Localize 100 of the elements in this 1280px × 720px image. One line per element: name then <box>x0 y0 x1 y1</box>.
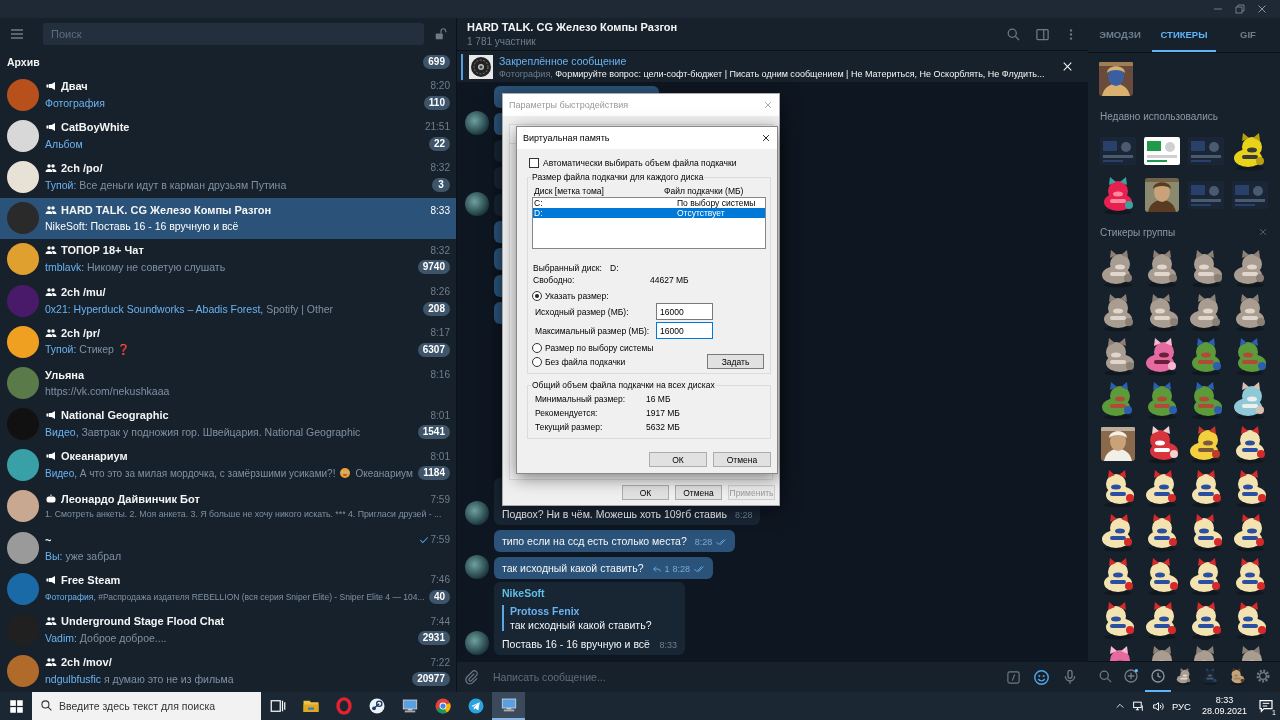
radio-button[interactable] <box>532 343 542 353</box>
composer-bar[interactable]: Написать сообщение... <box>457 662 1088 692</box>
chat-item[interactable]: National Geographic 8:01 Видео, Завтрак у подножия гор. Швейцария. National Geographic 1541 <box>0 403 456 445</box>
chat-time: 7:59 <box>430 493 450 505</box>
windows-icon[interactable] <box>8 698 24 714</box>
set-button[interactable]: Задать <box>707 354 764 369</box>
radio-label: Указать размер: <box>545 291 609 301</box>
pinned-message-bar[interactable]: Закреплённое сообщение Фотография, Формируйте вопрос: цели-софт-бюджет | Писать одним сообщением | Не Материться, Не Оскорблять, Не Флудить... <box>457 50 1088 82</box>
chat-preview: Vadim: Доброе доброе.... <box>45 632 168 645</box>
chat-time: 7:59 <box>430 534 450 546</box>
chat-name: 2ch /pr/ <box>61 326 101 339</box>
steam-icon <box>367 697 386 715</box>
telegram-icon <box>466 697 485 715</box>
archive-label[interactable]: Архив <box>7 56 40 68</box>
quoted-message[interactable]: Protoss Fenix так исходный какой ставить? <box>502 605 652 631</box>
network-icon[interactable] <box>1131 699 1145 713</box>
checkbox[interactable] <box>529 158 539 168</box>
unread-badge: 110 <box>423 95 450 110</box>
message-text: Поставь 16 - 16 вручную и всё <box>502 638 651 650</box>
tab[interactable]: GIF <box>1216 18 1280 52</box>
drive-row[interactable]: D: Отсутствует <box>533 208 765 218</box>
info-value: 1917 МБ <box>646 407 681 420</box>
chat-item[interactable]: ТОПОР 18+ Чат 8:32 tmblavk: Никому не советую слушать 9740 <box>0 238 456 280</box>
chrome-icon <box>433 697 452 715</box>
info-value: D: <box>610 262 620 274</box>
chat-name: 2ch /po/ <box>61 161 103 174</box>
chat-preview: ndgulbfusfic я думаю это не из фильма <box>45 673 235 686</box>
chat-item[interactable]: HARD TALK. CG Железо Компы Разгон 8:33 NikeSoft: Поставь 16 - 16 вручную и всё <box>0 197 456 239</box>
dialog-button[interactable]: ОК <box>622 485 669 500</box>
emoji-icon[interactable] <box>1033 668 1050 686</box>
size-field[interactable]: 16000 <box>656 322 713 339</box>
dialog-title: Виртуальная память <box>523 133 610 143</box>
taskbar-search-field[interactable]: Введите здесь текст для поиска <box>32 692 261 720</box>
chat-item[interactable]: 2ch /pr/ 8:17 Тупой: Стикер ❓ 6307 <box>0 321 456 363</box>
microphone-icon[interactable] <box>1062 669 1078 685</box>
drive-list[interactable]: C: По выбору системы D: Отсутствует <box>532 197 766 249</box>
search-field[interactable]: Поиск <box>43 23 424 45</box>
group-icon <box>45 285 57 298</box>
group-title: Размер файла подкачки для каждого диска <box>531 172 705 182</box>
chat-item[interactable]: 2ch /po/ 8:32 Тупой: Все деньги идут в карман друзьям Путина 3 <box>0 156 456 198</box>
dialog-button[interactable]: ОК <box>649 452 707 467</box>
chat-item[interactable]: Океанариум 8:01 Видео, А что это за милая мордочка, с замёрзшими усиками?! Океанариум 1184 <box>0 444 456 486</box>
unread-badge: 2931 <box>417 631 450 646</box>
clock[interactable]: 8:33 28.09.2021 <box>1197 695 1251 717</box>
chat-name: ТОПОР 18+ Чат <box>61 244 144 257</box>
chat-time: 8:20 <box>430 80 450 92</box>
radio-label: Размер по выбору системы <box>545 343 654 353</box>
language-indicator[interactable]: РУС <box>1171 700 1191 712</box>
close-icon[interactable] <box>1061 60 1074 73</box>
maximize-icon[interactable] <box>1234 3 1246 15</box>
chat-preview: Вы: уже забрал <box>45 549 122 562</box>
menu-icon[interactable] <box>9 26 25 42</box>
group-icon <box>45 326 57 339</box>
lock-icon[interactable] <box>434 26 448 42</box>
radio-label: Без файла подкачки <box>545 356 626 367</box>
group-title: Общий объем файла подкачки на всех дисках <box>531 380 716 390</box>
size-field[interactable]: 16000 <box>656 303 713 320</box>
speaker-icon[interactable] <box>1151 699 1165 713</box>
radio-button[interactable] <box>532 291 542 301</box>
chat-preview: 1. Смотреть анкеты. 2. Моя анкета. 3. Я больше не хочу никого искать. *** 4. Пригласи друзей - ... <box>45 509 443 520</box>
chat-name: Двач <box>61 79 88 92</box>
chat-time: 8:17 <box>430 327 450 339</box>
close-icon[interactable] <box>761 133 771 143</box>
dialog-button[interactable]: Отмена <box>675 485 722 500</box>
chat-item[interactable]: Underground Stage Flood Chat 7:44 Vadim: Доброе доброе.... 2931 <box>0 609 456 651</box>
chat-item[interactable]: CatBoyWhite 21:51 Альбом 22 <box>0 115 456 157</box>
search-icon <box>40 699 53 712</box>
clock-date: 28.09.2021 <box>1201 706 1247 717</box>
chat-item[interactable]: ~ 7:59 Вы: уже забрал <box>0 527 456 569</box>
commands-icon[interactable] <box>1006 669 1021 685</box>
info-label: Выбранный диск: <box>533 262 603 274</box>
chat-time: 8:32 <box>430 162 450 174</box>
side-panel-icon[interactable] <box>1035 26 1050 42</box>
section-title: Недавно использовались <box>1100 110 1218 122</box>
chat-name: National Geographic <box>61 409 169 422</box>
attach-icon[interactable] <box>463 669 479 685</box>
megaphone-icon <box>45 79 57 92</box>
chat-item[interactable]: 2ch /mu/ 8:26 0x21: Hyperduck Soundworks – Abadis Forest, Spotify | Other 208 <box>0 279 456 322</box>
tab[interactable]: СТИКЕРЫ <box>1152 18 1216 52</box>
info-label: Минимальный размер: <box>535 393 627 406</box>
chat-item[interactable]: Free Steam 7:46 Фотография, #Распродажа издателя REBELLION (вся серия Sniper Elite) - Sniper Elite 4 — 104... 40 <box>0 568 456 610</box>
chat-preview: NikeSoft: Поставь 16 - 16 вручную и всё <box>45 220 240 233</box>
chat-item[interactable]: Ульяна 8:16 https://vk.com/nekushkaaa <box>0 362 456 404</box>
chat-item[interactable]: Леонардо Дайвинчик Бот 7:59 1. Смотреть анкеты. 2. Моя анкета. 3. Я больше не хочу никого искать. *** 4. Пригласи друзей - ... <box>0 485 456 528</box>
group-icon <box>45 204 57 217</box>
pinned-text: Фотография, Формируйте вопрос: цели-софт-бюджет | Писать одним сообщением | Не Материться, Не Оскорблять, Не Флудить... <box>499 68 1046 79</box>
dialog-button[interactable]: Отмена <box>713 452 771 467</box>
chat-item[interactable]: Двач 8:20 Фотография 110 <box>0 74 456 116</box>
chat-item[interactable]: 2ch /mov/ 7:22 ndgulbfusfic я думаю это не из фильма 20977 <box>0 650 456 692</box>
chat-name: CatBoyWhite <box>61 120 130 133</box>
drive-row[interactable]: C: По выбору системы <box>533 198 765 208</box>
tab[interactable]: ЭМОДЗИ <box>1088 18 1152 52</box>
ring-icon <box>334 697 353 715</box>
message-time: 8:28 <box>694 537 713 547</box>
reply-count: 1 <box>664 564 670 574</box>
chat-preview: Фотография, #Распродажа издателя REBELLION (вся серия Sniper Elite) - Sniper Elite 4 — 104... <box>45 591 425 602</box>
radio-button[interactable] <box>532 356 542 367</box>
search-icon[interactable] <box>1006 26 1021 42</box>
notification-icon[interactable] <box>1258 698 1274 714</box>
chevron-up-icon[interactable] <box>1114 701 1125 711</box>
